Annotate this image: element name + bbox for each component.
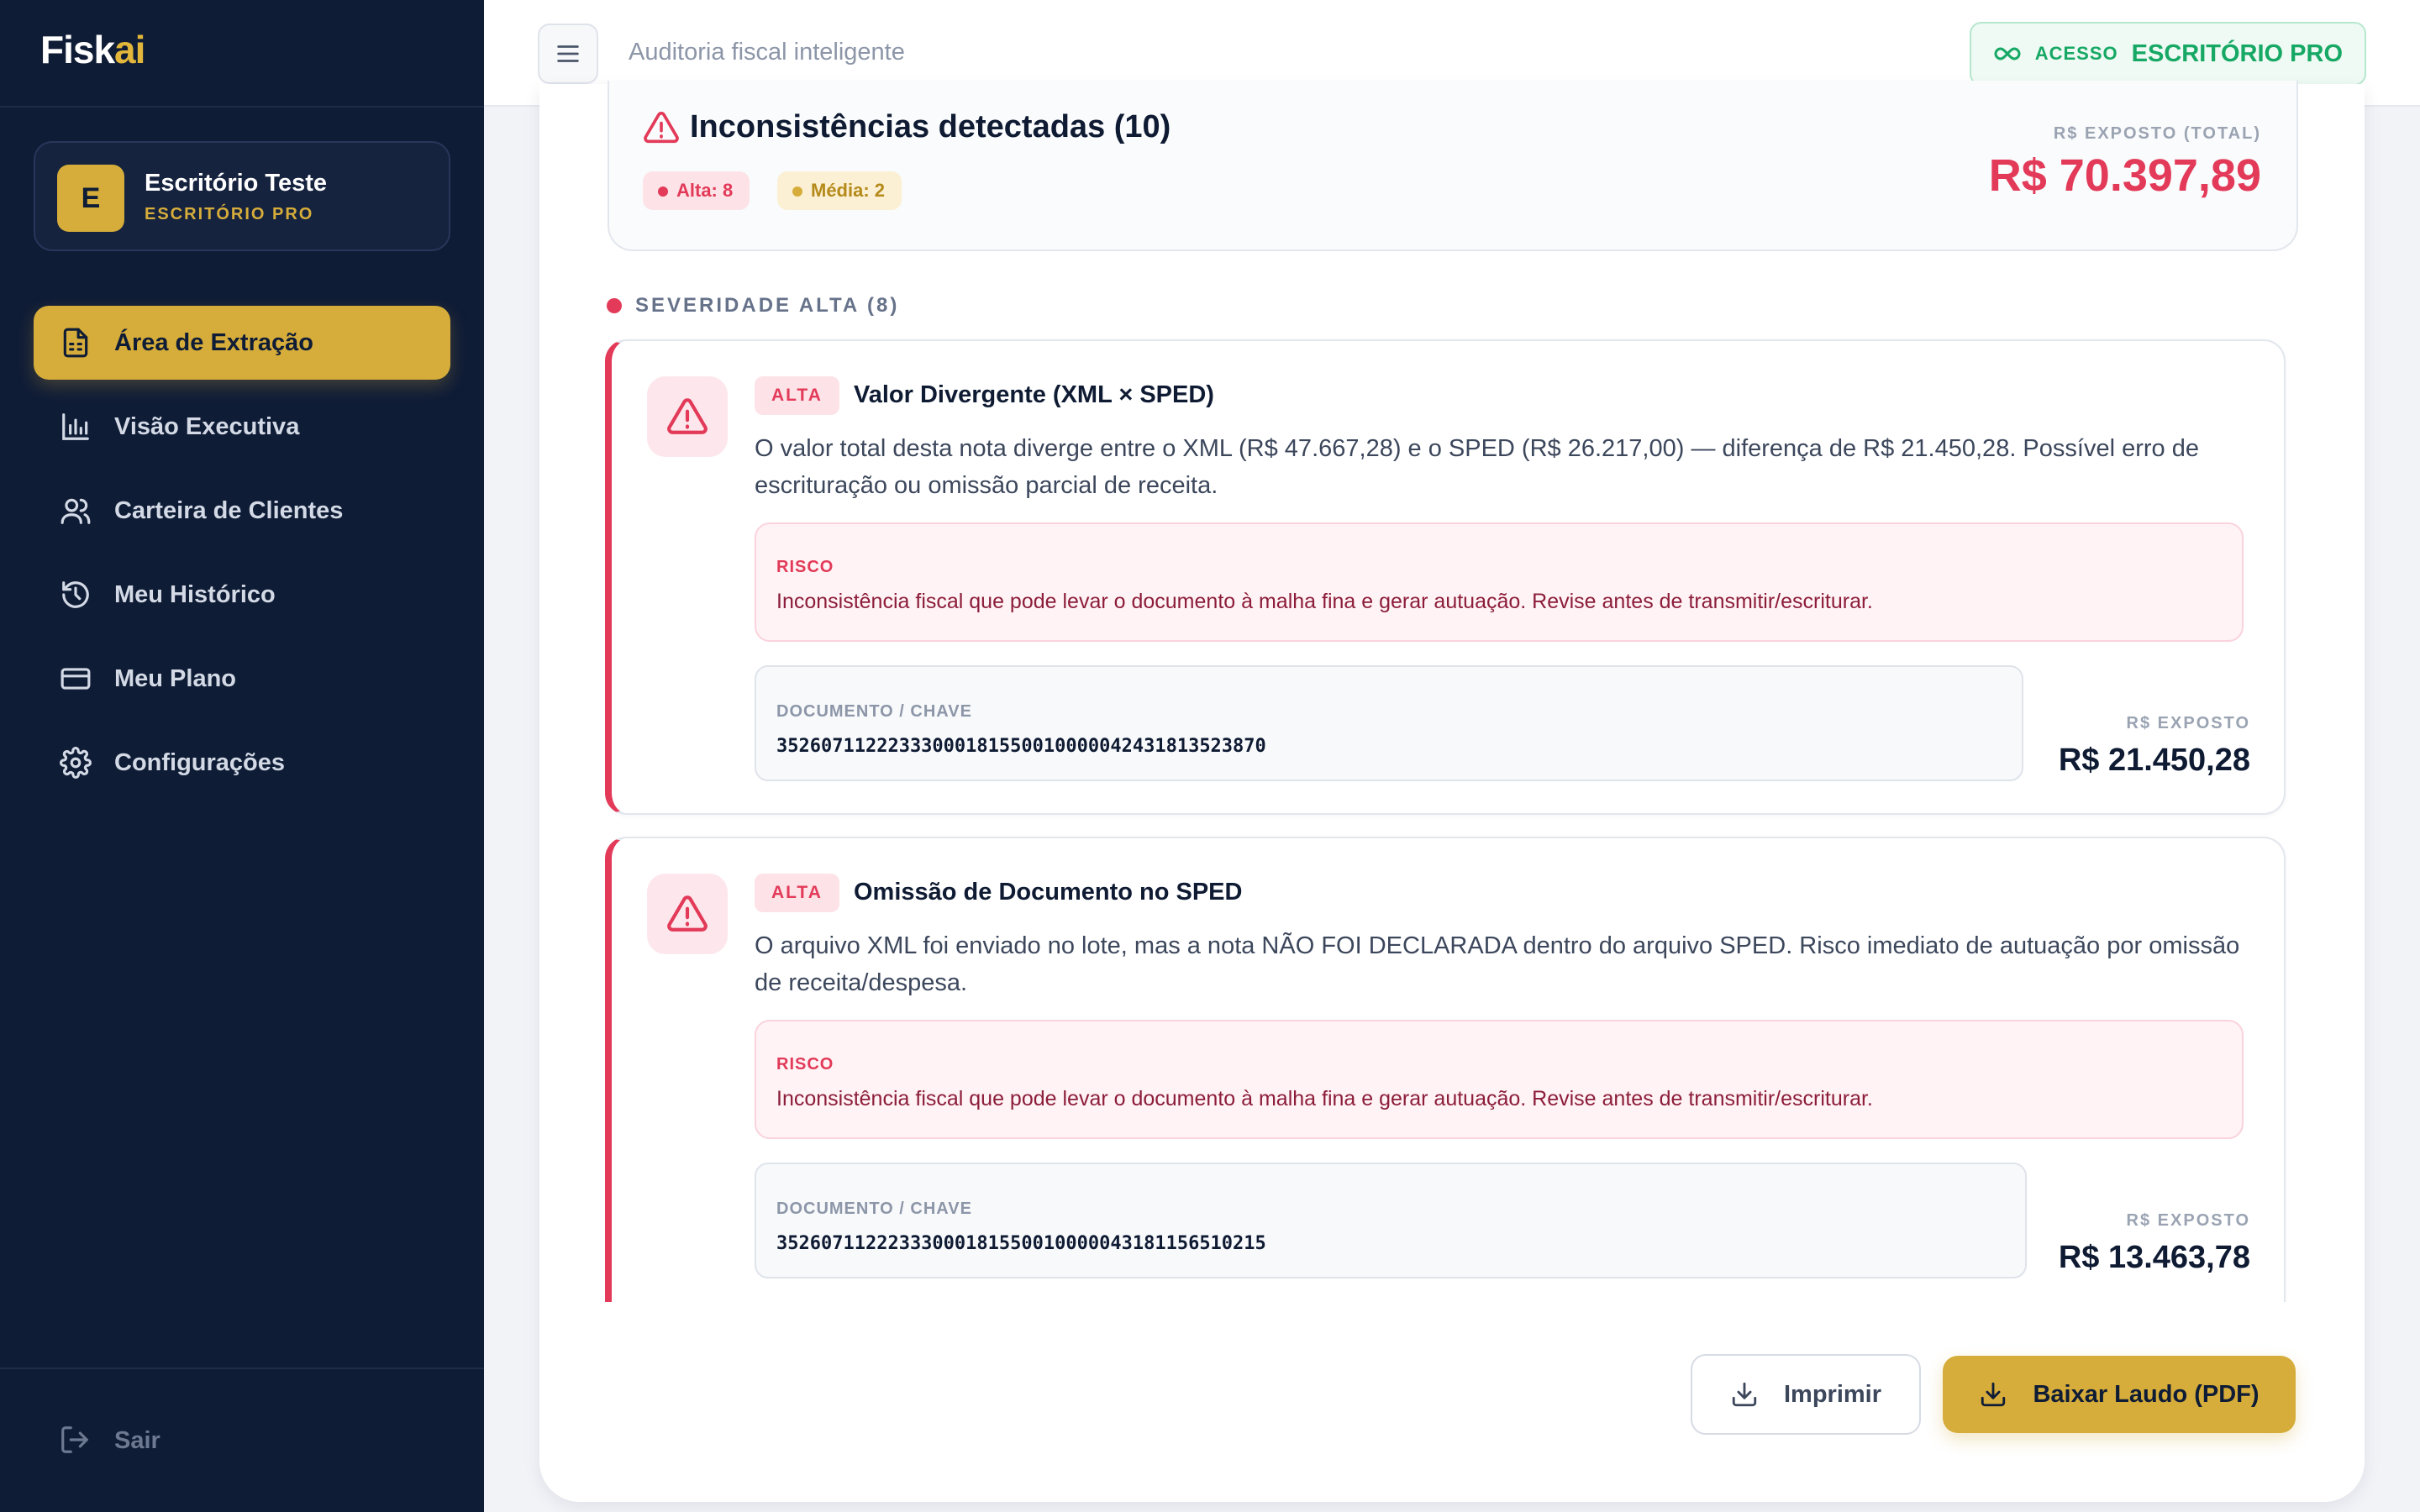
- warning-icon: [647, 874, 728, 954]
- severity-badge: ALTA: [755, 376, 839, 415]
- document-key-label: DOCUMENTO / CHAVE: [776, 1200, 972, 1218]
- download-icon: [1732, 1382, 1757, 1407]
- sidebar-item-label: Configurações: [114, 748, 286, 776]
- history-icon: [59, 578, 92, 612]
- warning-icon: [644, 112, 679, 144]
- sidebar: Fiskai E Escritório Teste ESCRITÓRIO PRO…: [0, 0, 484, 1512]
- access-plan: ESCRITÓRIO PRO: [2131, 39, 2343, 67]
- print-button-label: Imprimir: [1783, 1380, 1882, 1408]
- risk-text: Inconsistência fiscal que pode levar o d…: [776, 1087, 1873, 1110]
- sidebar-item-historico[interactable]: Meu Histórico: [34, 558, 450, 632]
- issue-card: ALTA Valor Divergente (XML × SPED) O val…: [605, 339, 2286, 815]
- print-button[interactable]: Imprimir: [1691, 1354, 1921, 1435]
- sidebar-item-carteira-clientes[interactable]: Carteira de Clientes: [34, 474, 450, 548]
- document-key-value: 3526071122233300018155001000004318115651…: [776, 1233, 1266, 1254]
- sidebar-item-label: Meu Plano: [114, 664, 237, 692]
- risk-text: Inconsistência fiscal que pode levar o d…: [776, 590, 1873, 613]
- risk-box: RISCO Inconsistência fiscal que pode lev…: [755, 522, 2244, 642]
- credit-card-icon: [59, 662, 92, 696]
- access-label: ACESSO: [2034, 43, 2118, 64]
- exposed-value: R$ 21.450,28: [2058, 743, 2250, 778]
- avatar: E: [57, 165, 124, 232]
- sidebar-item-plano[interactable]: Meu Plano: [34, 642, 450, 716]
- issue-description: O valor total desta nota diverge entre o…: [755, 435, 2199, 499]
- document-key-value: 3526071122233300018155001000004243181352…: [776, 736, 1266, 757]
- risk-box: RISCO Inconsistência fiscal que pode lev…: [755, 1020, 2244, 1139]
- users-icon: [59, 494, 92, 528]
- alta-count-pill[interactable]: Alta: 8: [643, 171, 750, 210]
- issues-list[interactable]: ALTA Valor Divergente (XML × SPED) O val…: [605, 336, 2302, 1302]
- logout-button[interactable]: Sair: [34, 1411, 160, 1470]
- sidebar-item-label: Visão Executiva: [114, 412, 300, 440]
- issue-description: O arquivo XML foi enviado no lote, mas a…: [755, 932, 2240, 996]
- document-key-box[interactable]: DOCUMENTO / CHAVE 3526071122233300018155…: [755, 665, 2023, 781]
- media-count-pill[interactable]: Média: 2: [777, 171, 902, 210]
- organization-plan: ESCRITÓRIO PRO: [145, 205, 314, 223]
- issue-title: Valor Divergente (XML × SPED): [854, 381, 1214, 408]
- sidebar-item-label: Carteira de Clientes: [114, 496, 344, 524]
- severity-badge: ALTA: [755, 874, 839, 912]
- logout-label: Sair: [114, 1426, 160, 1454]
- menu-button[interactable]: [538, 24, 598, 84]
- access-badge[interactable]: ACESSO ESCRITÓRIO PRO: [1969, 22, 2366, 86]
- organization-name: Escritório Teste: [145, 170, 328, 197]
- download-icon: [1981, 1382, 2006, 1407]
- summary-card: Inconsistências detectadas (10) Alta: 8 …: [608, 81, 2298, 251]
- document-key-label: DOCUMENTO / CHAVE: [776, 702, 972, 721]
- summary-title: Inconsistências detectadas (10): [690, 109, 1171, 144]
- severity-dot: [607, 298, 622, 313]
- sidebar-item-extracao[interactable]: Área de Extração: [34, 306, 450, 380]
- sidebar-item-label: Área de Extração: [114, 328, 313, 356]
- download-pdf-label: Baixar Laudo (PDF): [2033, 1380, 2260, 1408]
- severity-heading-text: SEVERIDADE ALTA (8): [635, 294, 900, 317]
- gear-icon: [59, 746, 92, 780]
- header-subtitle: Auditoria fiscal inteligente: [629, 39, 905, 66]
- app-logo[interactable]: Fiskai: [40, 27, 145, 72]
- document-key-box[interactable]: DOCUMENTO / CHAVE 3526071122233300018155…: [755, 1163, 2027, 1278]
- sidebar-bottom-divider: [0, 1368, 484, 1369]
- sidebar-item-configuracoes[interactable]: Configurações: [34, 726, 450, 800]
- exposed-total-value: R$ 70.397,89: [1988, 150, 2261, 201]
- exposed-label: R$ EXPOSTO: [2126, 714, 2250, 732]
- hamburger-icon: [557, 45, 579, 62]
- infinity-icon: [1994, 47, 2021, 60]
- issue-title: Omissão de Documento no SPED: [854, 879, 1243, 906]
- document-icon: [59, 326, 92, 360]
- exposed-label: R$ EXPOSTO: [2126, 1211, 2250, 1230]
- warning-icon: [647, 376, 728, 457]
- sidebar-item-label: Meu Histórico: [114, 580, 276, 608]
- exposed-total-label: R$ EXPOSTO (TOTAL): [2053, 124, 2261, 143]
- organization-card[interactable]: E Escritório Teste ESCRITÓRIO PRO: [34, 141, 450, 251]
- issue-card: ALTA Omissão de Documento no SPED O arqu…: [605, 837, 2286, 1302]
- sidebar-divider: [0, 106, 484, 108]
- bar-chart-icon: [59, 410, 92, 444]
- severity-heading: SEVERIDADE ALTA (8): [607, 294, 899, 318]
- risk-label: RISCO: [776, 1055, 834, 1074]
- logout-icon: [59, 1424, 92, 1457]
- exposed-value: R$ 13.463,78: [2058, 1240, 2250, 1275]
- sidebar-item-visao-executiva[interactable]: Visão Executiva: [34, 390, 450, 464]
- risk-label: RISCO: [776, 558, 834, 576]
- download-pdf-button[interactable]: Baixar Laudo (PDF): [1943, 1356, 2296, 1433]
